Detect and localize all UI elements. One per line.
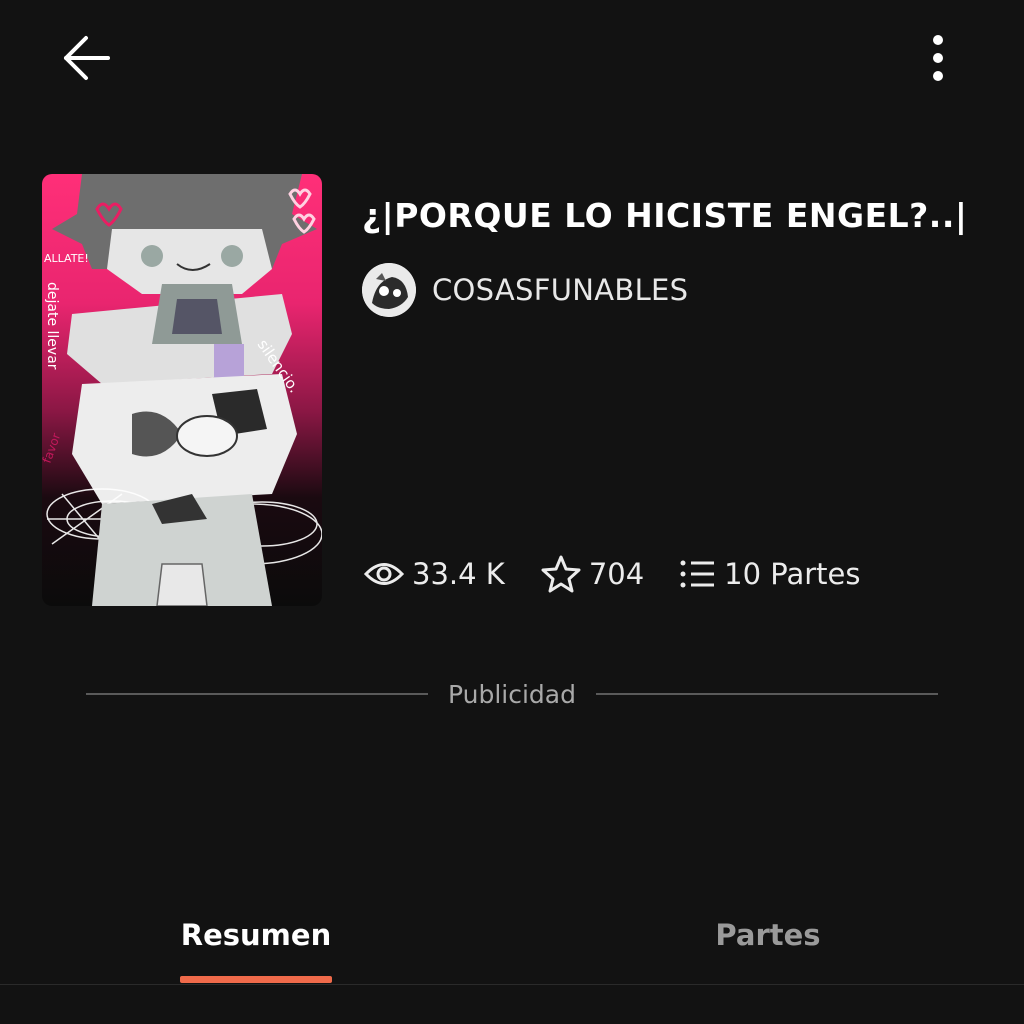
author-link[interactable]: COSASFUNABLES (362, 262, 688, 318)
more-vertical-icon (933, 35, 943, 81)
cover-text-favor: favor (42, 431, 63, 465)
views-stat: 33.4 K (364, 557, 505, 591)
ad-divider: Publicidad (86, 672, 938, 716)
tab-resumen[interactable]: Resumen (180, 900, 332, 970)
story-stats: 33.4 K 704 10 Partes (364, 550, 861, 598)
active-tab-indicator (180, 976, 332, 983)
author-name: COSASFUNABLES (432, 273, 689, 307)
back-button[interactable] (56, 28, 116, 88)
tab-bar-border (0, 984, 1024, 985)
divider-line-right (596, 693, 938, 695)
divider-line-left (86, 693, 428, 695)
arrow-left-icon (64, 36, 110, 80)
ad-label: Publicidad (448, 679, 576, 709)
views-count: 33.4 K (412, 557, 505, 591)
parts-count: 10 Partes (724, 557, 861, 591)
cover-text-callate: ALLATE! (44, 252, 89, 265)
list-icon (680, 560, 715, 588)
eye-icon (364, 563, 404, 585)
votes-stat: 704 (541, 555, 644, 593)
cover-text-dejate: dejate llevar (44, 282, 60, 370)
star-icon (541, 555, 581, 593)
story-cover-image[interactable]: ALLATE! dejate llevar silencio. favor (42, 174, 322, 606)
more-options-button[interactable] (910, 26, 966, 90)
parts-stat: 10 Partes (680, 557, 861, 591)
tab-partes[interactable]: Partes (700, 900, 836, 970)
story-title: ¿|PORQUE LO HICISTE ENGEL?..| (362, 196, 968, 235)
author-avatar (362, 263, 416, 317)
story-details-screen: ALLATE! dejate llevar silencio. favor ¿|… (0, 0, 1024, 1024)
cover-artwork: ALLATE! dejate llevar silencio. favor (42, 174, 322, 606)
votes-count: 704 (588, 557, 645, 591)
tab-bar: Resumen Partes (0, 880, 1024, 990)
